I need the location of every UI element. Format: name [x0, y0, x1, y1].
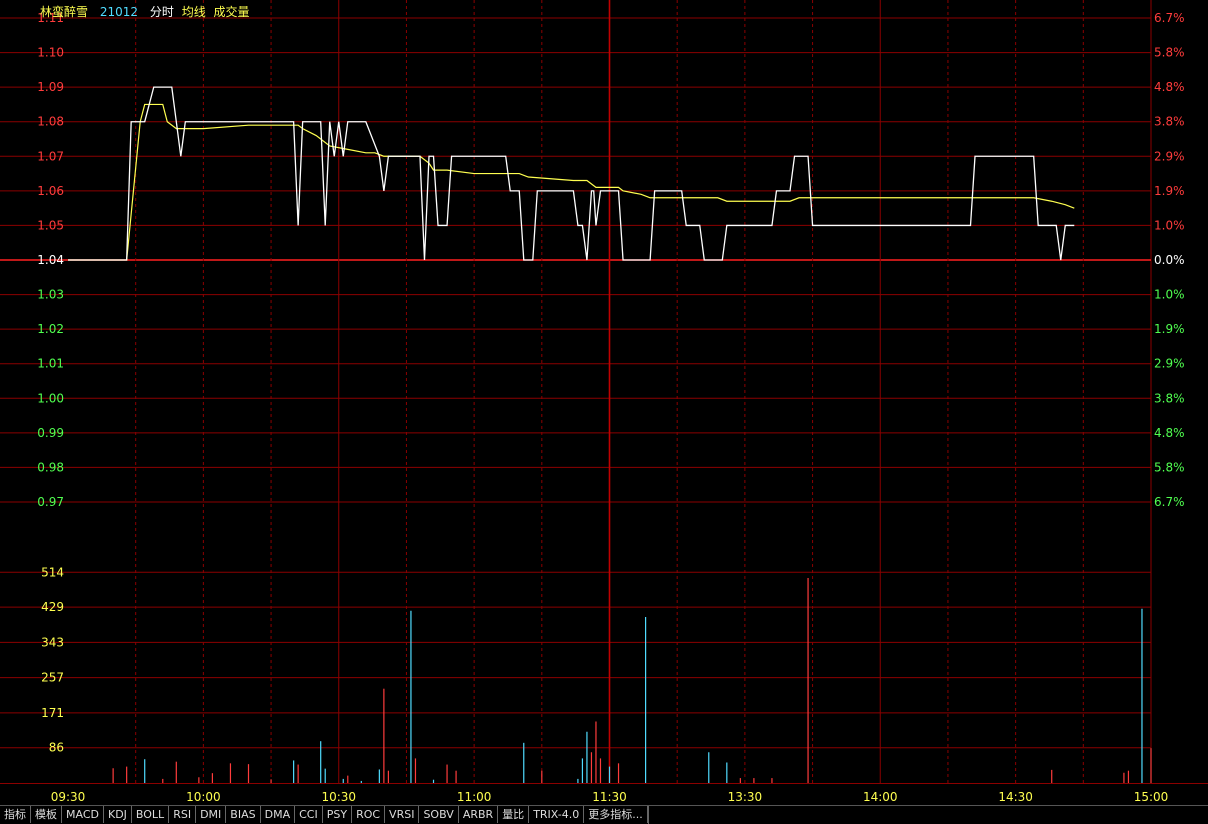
tab-5[interactable]: RSI: [169, 806, 197, 823]
price-tick-label: 1.08: [37, 115, 64, 129]
volume-tick-label: 514: [41, 565, 64, 579]
chart-mode: 分时: [149, 5, 174, 19]
tab-3[interactable]: KDJ: [104, 806, 132, 823]
tab-17[interactable]: 更多指标...: [584, 806, 648, 823]
price-tick-label: 1.05: [37, 218, 64, 232]
price-tick-label: 0.97: [37, 495, 64, 509]
time-tick-label: 11:00: [457, 790, 492, 804]
tab-14[interactable]: ARBR: [459, 806, 499, 823]
price-tick-label: 1.01: [37, 357, 64, 371]
avg-line-label: 均线: [181, 5, 206, 19]
time-tick-label: 15:00: [1134, 790, 1169, 804]
tab-15[interactable]: 量比: [498, 806, 530, 823]
pct-tick-label: 3.8%: [1154, 115, 1185, 129]
time-tick-label: 11:30: [592, 790, 627, 804]
tab-2[interactable]: MACD: [62, 806, 104, 823]
tab-1[interactable]: 模板: [31, 806, 62, 823]
time-tick-label: 10:00: [186, 790, 221, 804]
price-tick-label: 0.98: [37, 460, 64, 474]
pct-tick-label: 0.0%: [1154, 253, 1185, 267]
pct-tick-label: 1.9%: [1154, 322, 1185, 336]
tab-8[interactable]: DMA: [261, 806, 296, 823]
tab-6[interactable]: DMI: [196, 806, 227, 823]
tab-0[interactable]: 指标: [0, 806, 31, 823]
price-tick-label: 1.02: [37, 322, 64, 336]
tab-12[interactable]: VRSI: [385, 806, 420, 823]
pct-tick-label: 3.8%: [1154, 391, 1185, 405]
pct-tick-label: 4.8%: [1154, 426, 1185, 440]
price-tick-label: 1.06: [37, 184, 64, 198]
price-tick-label: 1.07: [37, 149, 64, 163]
volume-tick-label: 86: [49, 741, 64, 755]
intraday-chart[interactable]: 1.11 6.7%1.10 5.8%1.09 4.8%1.08 3.8%1.07 2.9%…: [0, 0, 1208, 805]
price-tick-label: 1.10: [37, 46, 64, 60]
pct-tick-label: 4.8%: [1154, 80, 1185, 94]
indicator-tab-bar: 指标 模板 MACD KDJ BOLL RSI DMI BIAS DMA CCI PSY ROC VRS…: [0, 805, 1208, 824]
price-line: [68, 86, 1075, 261]
pct-tick-label: 1.9%: [1154, 184, 1185, 198]
time-tick-label: 10:30: [321, 790, 356, 804]
pct-tick-label: 2.9%: [1154, 149, 1185, 163]
pct-tick-label: 5.8%: [1154, 46, 1185, 60]
price-tick-label: 1.04: [37, 253, 64, 267]
tab-13[interactable]: SOBV: [419, 806, 459, 823]
time-tick-label: 14:30: [998, 790, 1033, 804]
tab-9[interactable]: CCI: [295, 806, 323, 823]
pct-tick-label: 6.7%: [1154, 495, 1185, 509]
pct-tick-label: 6.7%: [1154, 11, 1185, 25]
chart-header: 林蛮醉雪 21012 分时 均线 成交量: [40, 3, 258, 20]
tab-4[interactable]: BOLL: [132, 806, 170, 823]
volume-tick-label: 171: [41, 706, 64, 720]
stock-name: 林蛮醉雪: [40, 5, 89, 19]
tab-7[interactable]: BIAS: [226, 806, 261, 823]
pct-tick-label: 1.0%: [1154, 288, 1185, 302]
price-tick-label: 0.99: [37, 426, 64, 440]
volume-tick-label: 429: [41, 600, 64, 614]
time-tick-label: 09:30: [51, 790, 86, 804]
time-tick-label: 13:30: [728, 790, 763, 804]
tab-10[interactable]: PSY: [323, 806, 353, 823]
average-price-line: [68, 103, 1075, 261]
tab-bar-filler: [647, 806, 1208, 824]
stock-code: 21012: [99, 5, 139, 19]
tab-16[interactable]: TRIX-4.0: [529, 806, 585, 823]
pct-tick-label: 2.9%: [1154, 357, 1185, 371]
volume-tick-label: 343: [41, 635, 64, 649]
pct-tick-label: 1.0%: [1154, 218, 1185, 232]
tab-11[interactable]: ROC: [352, 806, 386, 823]
volume-tick-label: 257: [41, 671, 64, 685]
pct-tick-label: 5.8%: [1154, 460, 1185, 474]
price-tick-label: 1.03: [37, 288, 64, 302]
price-tick-label: 1.00: [37, 391, 64, 405]
time-tick-label: 14:00: [863, 790, 898, 804]
price-tick-label: 1.09: [37, 80, 64, 94]
volume-label: 成交量: [213, 5, 250, 19]
